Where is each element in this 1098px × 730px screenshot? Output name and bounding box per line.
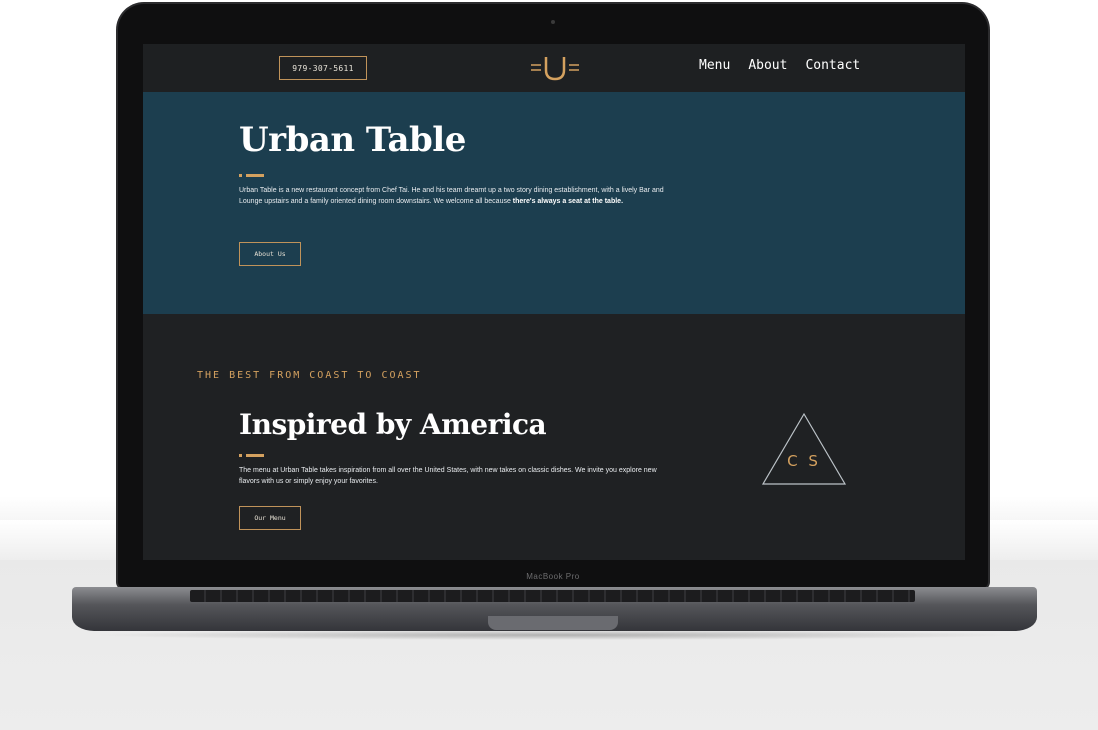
keyboard-strip bbox=[190, 590, 915, 602]
nav-link-menu[interactable]: Menu bbox=[699, 58, 730, 73]
hero-title: Urban Table bbox=[239, 120, 466, 160]
laptop-shadow bbox=[90, 630, 1020, 640]
section-accent-divider bbox=[239, 454, 264, 457]
trackpad-notch bbox=[488, 616, 618, 630]
section-eyebrow: THE BEST FROM COAST TO COAST bbox=[197, 370, 422, 381]
section-description: The menu at Urban Table takes inspiratio… bbox=[239, 467, 657, 485]
badge-text: C S bbox=[787, 452, 821, 470]
hero-section: Urban Table Urban Table is a new restaur… bbox=[143, 92, 965, 314]
nav-link-about[interactable]: About bbox=[748, 58, 787, 73]
about-us-button[interactable]: About Us bbox=[239, 242, 301, 266]
nav-link-contact[interactable]: Contact bbox=[805, 58, 860, 73]
title-accent-divider bbox=[239, 174, 264, 177]
phone-number-button[interactable]: 979-307-5611 bbox=[279, 56, 367, 80]
hero-description-emphasis: there's always a seat at the table. bbox=[512, 197, 624, 205]
urban-table-logo-icon[interactable] bbox=[529, 54, 581, 82]
nav-links: Menu About Contact bbox=[699, 58, 860, 73]
hero-description: Urban Table is a new restaurant concept … bbox=[239, 186, 673, 207]
laptop-screen: 979-307-5611 Menu About Contact Urban Ta… bbox=[143, 44, 965, 560]
coast-badge-icon: C S bbox=[761, 412, 847, 485]
our-menu-button[interactable]: Our Menu bbox=[239, 506, 301, 530]
camera-dot bbox=[551, 20, 555, 24]
site-navbar: 979-307-5611 Menu About Contact bbox=[143, 44, 965, 92]
section-title: Inspired by America bbox=[239, 408, 547, 441]
inspired-section: THE BEST FROM COAST TO COAST Inspired by… bbox=[143, 314, 965, 560]
laptop-lid: 979-307-5611 Menu About Contact Urban Ta… bbox=[118, 4, 988, 588]
device-model-label: MacBook Pro bbox=[526, 572, 580, 581]
